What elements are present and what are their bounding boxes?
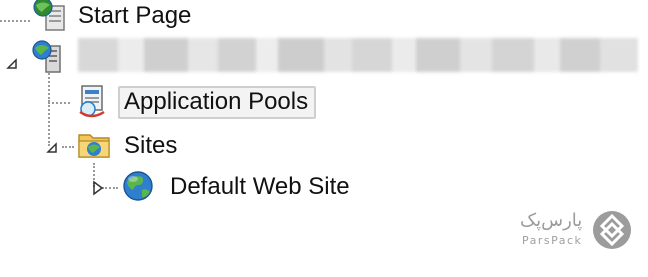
collapse-arrow-icon[interactable]	[44, 140, 60, 156]
application-pools-label: Application Pools	[118, 85, 317, 119]
brand-name-fa: پارس‌پک	[520, 210, 583, 231]
expand-arrow-icon[interactable]	[90, 180, 106, 196]
tree-connector	[48, 102, 70, 104]
tree-node-sites[interactable]: Sites	[124, 126, 177, 166]
tree-node-application-pools[interactable]: Application Pools	[118, 82, 317, 122]
server-name-label-obscured[interactable]	[78, 38, 648, 72]
tree-connector	[0, 20, 30, 22]
start-page-label: Start Page	[78, 2, 192, 29]
tree-node-start-page[interactable]: Start Page	[78, 0, 191, 36]
brand-name-en: ParsPack	[522, 234, 583, 247]
default-web-site-label: Default Web Site	[170, 173, 350, 200]
tree-connector	[62, 146, 74, 148]
parspack-watermark: پارس‌پک ParsPack	[516, 206, 636, 256]
parspack-logo-icon	[592, 208, 632, 252]
start-page-icon	[32, 0, 68, 34]
globe-icon	[120, 168, 156, 204]
folder-globe-icon	[76, 126, 112, 162]
sites-label: Sites	[124, 132, 178, 159]
tree-node-default-web-site[interactable]: Default Web Site	[170, 167, 350, 207]
collapse-arrow-icon[interactable]	[4, 56, 20, 72]
server-icon	[30, 38, 66, 74]
application-pools-icon	[74, 82, 110, 118]
